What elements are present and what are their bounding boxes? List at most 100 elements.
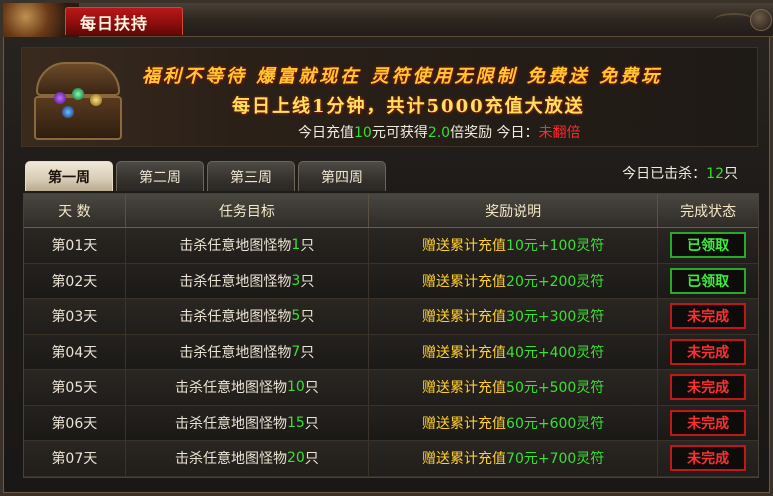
reward-cell: 赠送累计充值 20元+200灵符 — [369, 263, 659, 298]
close-icon[interactable] — [750, 9, 772, 31]
treasure-chest-icon — [26, 56, 130, 144]
reward-cell: 赠送累计充值 60元+600灵符 — [369, 405, 659, 440]
kill-count-label: 今日已击杀： — [622, 166, 707, 182]
table-row: 第03天 击杀任意地图怪物 5 只 赠送累计充值 30元+300灵符 未完成 — [24, 299, 758, 335]
task-cell: 击杀任意地图怪物 1 只 — [126, 228, 370, 263]
status-incomplete-button[interactable]: 未完成 — [670, 445, 747, 472]
kill-count-unit: 只 — [724, 166, 738, 182]
status-incomplete-button[interactable]: 未完成 — [670, 303, 747, 330]
recharge-suffix: 倍奖励 今日： — [450, 125, 539, 141]
task-unit: 只 — [300, 273, 315, 290]
reward-value: 70元+700灵符 — [506, 451, 605, 468]
table-body: 第01天 击杀任意地图怪物 1 只 赠送累计充值 10元+100灵符 已领取 第02天… — [24, 228, 758, 477]
status-claimed-button[interactable]: 已领取 — [670, 267, 747, 294]
status-claimed-button[interactable]: 已领取 — [670, 232, 747, 259]
task-count: 3 — [291, 272, 301, 289]
day-cell: 第05天 — [24, 370, 126, 405]
task-unit: 只 — [304, 415, 319, 432]
task-text: 击杀任意地图怪物 — [174, 380, 287, 397]
reward-value: 10元+100灵符 — [506, 238, 605, 255]
task-text: 击杀任意地图怪物 — [174, 415, 287, 432]
double-status: 未翻倍 — [538, 125, 581, 141]
status-cell: 未完成 — [658, 335, 758, 370]
reward-value: 60元+600灵符 — [506, 415, 605, 432]
task-unit: 只 — [300, 344, 315, 361]
reward-value: 40元+400灵符 — [506, 344, 605, 361]
reward-value: 50元+500灵符 — [506, 380, 605, 397]
day-cell: 第01天 — [24, 228, 126, 263]
header-ornament-icon — [714, 13, 754, 27]
task-text: 击杀任意地图怪物 — [179, 273, 292, 290]
day-cell: 第03天 — [24, 299, 126, 334]
task-text: 击杀任意地图怪物 — [174, 451, 287, 468]
task-table: 天 数 任务目标 奖励说明 完成状态 第01天 击杀任意地图怪物 1 只 赠送累计充… — [23, 193, 759, 478]
promo-subtitle: 每日上线1分钟，共计5000充值大放送 — [232, 96, 585, 117]
task-cell: 击杀任意地图怪物 15 只 — [126, 405, 370, 440]
reward-prefix: 赠送累计充值 — [422, 344, 507, 361]
table-row: 第02天 击杀任意地图怪物 3 只 赠送累计充值 20元+200灵符 已领取 — [24, 263, 758, 299]
reward-multiplier: 2.0 — [427, 125, 451, 141]
task-cell: 击杀任意地图怪物 5 只 — [126, 299, 370, 334]
promo-banner: 福利不等待 爆富就现在 灵符使用无限制 免费送 免费玩 每日上线1分钟，共计50… — [21, 47, 758, 147]
status-cell: 未完成 — [658, 370, 758, 405]
task-count: 7 — [291, 343, 301, 360]
reward-prefix: 赠送累计充值 — [422, 309, 507, 326]
recharge-mid: 元可获得 — [371, 125, 428, 141]
tab-week-3[interactable]: 第三周 — [207, 161, 295, 191]
task-cell: 击杀任意地图怪物 10 只 — [126, 370, 370, 405]
task-count: 20 — [286, 450, 305, 467]
reward-cell: 赠送累计充值 40元+400灵符 — [369, 334, 659, 369]
reward-prefix: 赠送累计充值 — [422, 238, 507, 255]
reward-prefix: 赠送累计充值 — [422, 451, 507, 468]
status-cell: 未完成 — [658, 406, 758, 441]
task-cell: 击杀任意地图怪物 7 只 — [126, 334, 370, 369]
recharge-amount: 10 — [354, 125, 372, 141]
status-incomplete-button[interactable]: 未完成 — [670, 374, 747, 401]
status-incomplete-button[interactable]: 未完成 — [670, 338, 747, 365]
table-row: 第06天 击杀任意地图怪物 15 只 赠送累计充值 60元+600灵符 未完成 — [24, 405, 758, 441]
tab-week-4[interactable]: 第四周 — [298, 161, 386, 191]
week-tabs: 第一周 第二周 第三周 第四周 — [25, 161, 389, 191]
day-cell: 第07天 — [24, 441, 126, 476]
recharge-info: 今日充值10元可获得2.0倍奖励 今日：未翻倍 — [298, 122, 738, 142]
reward-cell: 赠送累计充值 30元+300灵符 — [369, 299, 659, 334]
table-row: 第07天 击杀任意地图怪物 20 只 赠送累计充值 70元+700灵符 未完成 — [24, 441, 758, 477]
col-task: 任务目标 — [126, 194, 370, 227]
task-text: 击杀任意地图怪物 — [179, 309, 292, 326]
table-header: 天 数 任务目标 奖励说明 完成状态 — [24, 194, 758, 228]
tab-week-1[interactable]: 第一周 — [25, 161, 113, 191]
reward-cell: 赠送累计充值 70元+700灵符 — [369, 441, 659, 476]
task-unit: 只 — [304, 380, 319, 397]
task-text: 击杀任意地图怪物 — [179, 344, 292, 361]
reward-value: 30元+300灵符 — [506, 309, 605, 326]
status-cell: 已领取 — [658, 228, 758, 263]
task-unit: 只 — [300, 238, 315, 255]
reward-prefix: 赠送累计充值 — [422, 415, 507, 432]
day-cell: 第02天 — [24, 263, 126, 298]
day-cell: 第06天 — [24, 405, 126, 440]
table-row: 第01天 击杀任意地图怪物 1 只 赠送累计充值 10元+100灵符 已领取 — [24, 228, 758, 264]
status-incomplete-button[interactable]: 未完成 — [670, 409, 747, 436]
reward-cell: 赠送累计充值 10元+100灵符 — [369, 228, 659, 263]
reward-prefix: 赠送累计充值 — [422, 380, 507, 397]
status-cell: 未完成 — [658, 299, 758, 334]
task-count: 5 — [291, 308, 301, 325]
status-cell: 未完成 — [658, 441, 758, 476]
task-count: 10 — [286, 379, 305, 396]
day-cell: 第04天 — [24, 334, 126, 369]
task-count: 1 — [291, 237, 301, 254]
kill-count-value: 12 — [706, 166, 724, 182]
col-day: 天 数 — [24, 194, 126, 227]
table-row: 第05天 击杀任意地图怪物 10 只 赠送累计充值 50元+500灵符 未完成 — [24, 370, 758, 406]
promo-slogan: 福利不等待 爆富就现在 灵符使用无限制 免费送 免费玩 — [142, 66, 663, 87]
tab-week-2[interactable]: 第二周 — [116, 161, 204, 191]
task-cell: 击杀任意地图怪物 3 只 — [126, 263, 370, 298]
col-status: 完成状态 — [680, 203, 737, 220]
status-cell: 已领取 — [658, 264, 758, 299]
col-reward: 奖励说明 — [369, 194, 659, 227]
reward-cell: 赠送累计充值 50元+500灵符 — [369, 370, 659, 405]
reward-prefix: 赠送累计充值 — [422, 273, 507, 290]
task-unit: 只 — [304, 451, 319, 468]
kill-count: 今日已击杀：12只 — [622, 163, 738, 183]
task-count: 15 — [286, 414, 305, 431]
